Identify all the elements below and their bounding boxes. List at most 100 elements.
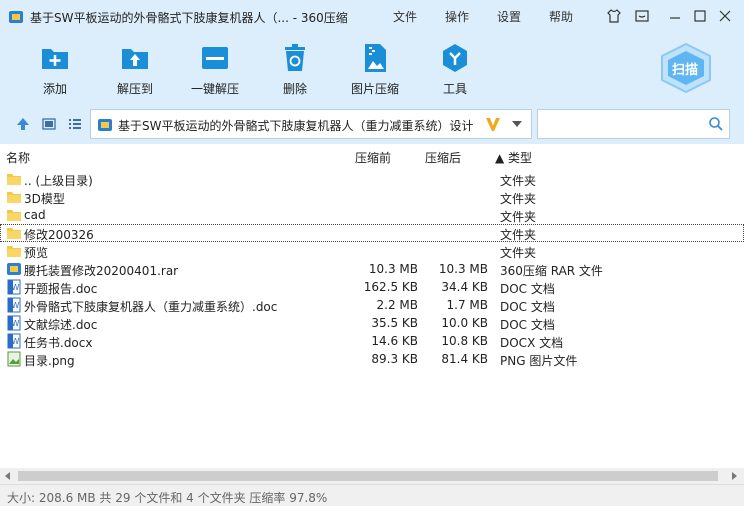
file-row[interactable]: W 开题报告.doc 162.5 KB 34.4 KB DOC 文档: [0, 278, 744, 296]
file-packed-size: 34.4 KB: [441, 280, 488, 294]
word-doc-icon: W: [7, 333, 21, 349]
file-type: 文件夹: [500, 210, 537, 224]
file-packed-size: 81.4 KB: [441, 352, 488, 366]
file-name: cad: [24, 208, 46, 222]
file-row[interactable]: W 文献综述.doc 35.5 KB 10.0 KB DOC 文档: [0, 314, 744, 332]
file-name: 腰托装置修改20200401.rar: [24, 264, 179, 278]
file-packed-size: 1.7 MB: [446, 298, 488, 312]
rar-archive-icon: [7, 263, 21, 275]
file-type: DOC 文档: [500, 318, 555, 332]
file-size: 162.5 KB: [363, 280, 418, 294]
add-label: 添加: [42, 82, 67, 96]
status-bar: 大小: 208.6 MB 共 29 个文件和 4 个文件夹 压缩率 97.8%: [0, 484, 744, 506]
skin-icon[interactable]: [606, 8, 622, 24]
word-doc-icon: W: [7, 279, 21, 295]
scan-label: 扫描: [672, 63, 699, 78]
column-header-type[interactable]: ▲ 类型: [495, 149, 532, 166]
file-packed-size: 10.3 MB: [438, 262, 488, 276]
column-header-size[interactable]: 压缩前: [355, 149, 391, 166]
scroll-left-icon[interactable]: [4, 472, 12, 480]
file-name: 目录.png: [24, 354, 75, 368]
tools-button[interactable]: 工具: [420, 42, 490, 102]
file-row[interactable]: cad 文件夹: [0, 206, 744, 224]
menu-settings[interactable]: 设置: [497, 8, 521, 25]
file-list: .. (上级目录) 文件夹 3D模型 文件夹 cad 文件夹 修改200326 文件夹 预览 文件…: [0, 170, 744, 470]
word-doc-icon: W: [7, 297, 21, 313]
file-row[interactable]: W 任务书.docx 14.6 KB 10.8 KB DOCX 文档: [0, 332, 744, 350]
chevron-down-icon[interactable]: [511, 119, 523, 129]
file-row[interactable]: 目录.png 89.3 KB 81.4 KB PNG 图片文件: [0, 350, 744, 368]
column-headers: 名称 压缩前 压缩后 ▲ 类型: [0, 146, 744, 166]
menu-help[interactable]: 帮助: [549, 8, 573, 25]
file-name: .. (上级目录): [24, 174, 93, 188]
file-packed-size: 10.8 KB: [441, 334, 488, 348]
file-size: 10.3 MB: [368, 262, 418, 276]
extract-to-button[interactable]: 解压到: [100, 42, 170, 102]
delete-button[interactable]: 删除: [260, 42, 330, 102]
folder-icon: [7, 228, 21, 239]
image-compress-label: 图片压缩: [350, 82, 399, 96]
png-image-icon: [7, 351, 21, 367]
scroll-right-icon[interactable]: [730, 472, 738, 480]
extract-to-icon: [122, 49, 148, 69]
tools-label: 工具: [442, 82, 467, 96]
column-header-packed[interactable]: 压缩后: [425, 149, 461, 166]
file-type: 360压缩 RAR 文件: [500, 264, 603, 278]
scan-button[interactable]: 扫描: [658, 42, 714, 94]
file-name: 任务书.docx: [24, 336, 93, 350]
file-type: 文件夹: [500, 174, 537, 188]
file-name: 预览: [24, 246, 49, 260]
title-bar: 基于SW平板运动的外骨骼式下肢康复机器人（... - 360压缩 文件 操作 设…: [0, 0, 744, 34]
file-row[interactable]: 3D模型 文件夹: [0, 188, 744, 206]
v-logo-icon: [486, 118, 500, 131]
maximize-icon[interactable]: [692, 8, 708, 24]
file-size: 89.3 KB: [371, 352, 418, 366]
list-view-icon[interactable]: [67, 116, 83, 132]
column-header-name[interactable]: 名称: [6, 149, 30, 166]
image-compress-button[interactable]: 图片压缩: [340, 42, 410, 102]
delete-icon: [285, 44, 305, 71]
up-arrow-icon[interactable]: [15, 116, 31, 132]
thumbnail-view-icon[interactable]: [41, 116, 57, 132]
toolbar: 添加 解压到 一键解压 删除 图片压缩 工具: [0, 34, 744, 104]
word-doc-icon: W: [7, 315, 21, 331]
menu-operation[interactable]: 操作: [445, 8, 469, 25]
status-text: 大小: 208.6 MB 共 29 个文件和 4 个文件夹 压缩率 97.8%: [7, 491, 328, 505]
file-name: 修改200326: [24, 228, 94, 242]
folder-icon: [7, 246, 21, 257]
file-name: 3D模型: [24, 192, 65, 206]
file-row[interactable]: .. (上级目录) 文件夹: [0, 170, 744, 188]
minimize-icon[interactable]: [667, 8, 683, 24]
path-input[interactable]: 基于SW平板运动的外骨骼式下肢康复机器人（重力减重系统）设计（: [90, 109, 532, 139]
window-title: 基于SW平板运动的外骨骼式下肢康复机器人（... - 360压缩: [30, 11, 348, 25]
folder-icon: [7, 210, 21, 221]
file-row[interactable]: 腰托装置修改20200401.rar 10.3 MB 10.3 MB 360压缩 RA…: [0, 260, 744, 278]
file-row[interactable]: 预览 文件夹: [0, 242, 744, 260]
menu-file[interactable]: 文件: [393, 8, 417, 25]
file-type: DOC 文档: [500, 300, 555, 314]
file-type: 文件夹: [500, 192, 537, 206]
close-icon[interactable]: [717, 8, 733, 24]
file-type: PNG 图片文件: [500, 354, 578, 368]
search-icon[interactable]: [708, 116, 724, 132]
horizontal-scrollbar[interactable]: [0, 468, 744, 484]
scrollbar-thumb[interactable]: [18, 471, 718, 481]
file-name: 外骨骼式下肢康复机器人（重力减重系统）.doc: [24, 300, 278, 314]
svg-text:W: W: [12, 319, 20, 328]
svg-text:W: W: [12, 301, 20, 310]
file-size: 35.5 KB: [371, 316, 418, 330]
app-logo-icon: [9, 11, 23, 23]
file-type: DOC 文档: [500, 282, 555, 296]
add-button[interactable]: 添加: [20, 42, 90, 102]
tools-icon: [443, 44, 467, 72]
file-row[interactable]: W 外骨骼式下肢康复机器人（重力减重系统）.doc 2.2 MB 1.7 MB DOC …: [0, 296, 744, 314]
feedback-icon[interactable]: [634, 8, 650, 24]
file-row[interactable]: 修改200326 文件夹: [0, 224, 744, 242]
one-click-extract-button[interactable]: 一键解压: [180, 42, 250, 102]
path-text: 基于SW平板运动的外骨骼式下肢康复机器人（重力减重系统）设计（: [118, 119, 474, 133]
search-input[interactable]: [537, 109, 730, 139]
svg-text:W: W: [12, 337, 20, 346]
folder-icon: [7, 174, 21, 185]
one-click-extract-icon: [202, 47, 228, 69]
file-name: 文献综述.doc: [24, 318, 98, 332]
